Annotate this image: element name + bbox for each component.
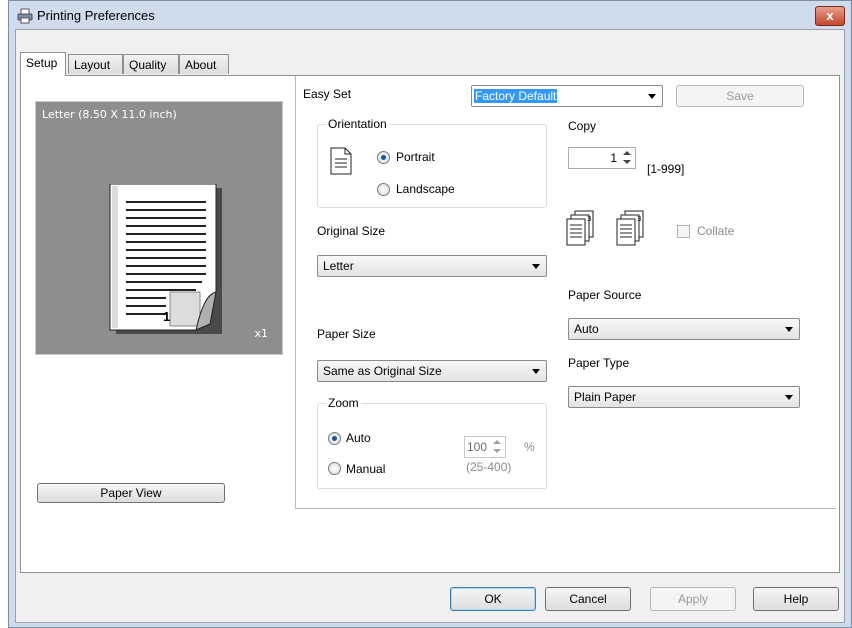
portrait-page-icon — [330, 147, 352, 175]
spin-up-icon — [493, 440, 501, 444]
orientation-group: Orientation Portrait Landscape — [317, 117, 547, 208]
copies-marker: x1 — [254, 327, 268, 340]
cancel-label: Cancel — [569, 592, 607, 606]
help-label: Help — [783, 592, 809, 606]
portrait-radio[interactable] — [377, 151, 390, 164]
spin-down-icon — [623, 160, 631, 164]
chevron-down-icon — [532, 369, 540, 374]
svg-text:3: 3 — [587, 215, 591, 223]
tab-label: Quality — [129, 58, 167, 72]
apply-button[interactable]: Apply — [650, 587, 736, 611]
zoom-title: Zoom — [326, 396, 361, 410]
zoom-unit: % — [524, 440, 535, 454]
svg-text:3: 3 — [637, 215, 641, 223]
chevron-down-icon — [785, 327, 793, 332]
zoom-stepper[interactable]: 100 — [464, 436, 506, 458]
tab-setup[interactable]: Setup — [20, 52, 66, 76]
save-label: Save — [726, 89, 754, 103]
original-size-label: Original Size — [317, 224, 386, 238]
zoom-manual-radio[interactable] — [328, 462, 341, 475]
orientation-title: Orientation — [326, 117, 389, 131]
paper-type-label: Paper Type — [568, 356, 630, 370]
paper-size-caption: Letter (8.50 X 11.0 inch) — [42, 108, 177, 121]
paper-type-combo[interactable]: Plain Paper — [568, 386, 800, 408]
paper-source-value: Auto — [574, 322, 599, 336]
collate-label: Collate — [697, 224, 735, 238]
apply-label: Apply — [677, 592, 709, 606]
easy-set-value-wrap: Factory Default — [474, 89, 558, 103]
paper-size-combo[interactable]: Same as Original Size — [317, 360, 547, 382]
paper-preview: Letter (8.50 X 11.0 inch) 1 x1 — [35, 101, 283, 355]
easy-set-combo[interactable]: Factory Default — [471, 85, 663, 107]
cancel-button[interactable]: Cancel — [545, 587, 631, 611]
stepper-arrows[interactable] — [489, 438, 504, 456]
landscape-radio[interactable] — [377, 183, 390, 196]
paper-source-label: Paper Source — [568, 288, 642, 302]
zoom-manual-label: Manual — [346, 462, 386, 476]
close-button[interactable]: x — [815, 6, 845, 26]
tab-label: About — [185, 58, 217, 72]
paper-source-combo[interactable]: Auto — [568, 318, 800, 340]
copy-range: [1-999] — [647, 162, 685, 176]
ok-label: OK — [484, 592, 502, 606]
tab-label: Layout — [74, 58, 111, 72]
tab-layout[interactable]: Layout — [68, 54, 123, 74]
easy-set-label: Easy Set — [303, 87, 352, 101]
zoom-auto-label: Auto — [346, 431, 371, 445]
collate-checkbox[interactable] — [677, 225, 690, 238]
setup-tab-panel: Letter (8.50 X 11.0 inch) 1 x1 Paper Vie… — [20, 75, 840, 573]
tab-about[interactable]: About — [179, 54, 229, 74]
original-size-combo[interactable]: Letter — [317, 255, 547, 277]
chevron-down-icon — [648, 94, 656, 99]
paper-view-label: Paper View — [100, 486, 162, 500]
chevron-down-icon — [532, 264, 540, 269]
paper-type-value: Plain Paper — [574, 390, 637, 404]
copy-stepper[interactable]: 1 — [568, 147, 636, 169]
ok-button[interactable]: OK — [450, 587, 536, 611]
paper-view-button[interactable]: Paper View — [37, 483, 225, 503]
page-number-label: 1 — [163, 309, 171, 324]
stepper-arrows[interactable] — [619, 149, 634, 167]
help-button[interactable]: Help — [753, 587, 839, 611]
paper-size-label: Paper Size — [317, 327, 376, 341]
copy-value: 1 — [610, 151, 617, 165]
tab-label: Setup — [26, 56, 58, 70]
zoom-value: 100 — [466, 440, 487, 454]
spin-up-icon — [623, 151, 631, 155]
zoom-range: (25-400) — [466, 460, 512, 474]
zoom-group: Zoom Auto Manual 100 % (25-400) — [317, 396, 547, 489]
easy-set-value: Factory Default — [474, 89, 558, 103]
paper-size-value: Same as Original Size — [323, 364, 442, 378]
copy-label: Copy — [568, 119, 597, 133]
tab-quality[interactable]: Quality — [123, 54, 179, 74]
spin-down-icon — [493, 449, 501, 453]
printer-icon — [17, 8, 33, 24]
collate-sets-icon: 33 — [566, 210, 644, 246]
printing-preferences-window: Printing Preferences x Setup Layout Qual… — [8, 0, 852, 628]
original-size-value: Letter — [323, 259, 354, 273]
zoom-auto-radio[interactable] — [328, 432, 341, 445]
dialog-client-area: Setup Layout Quality About Letter (8.50 … — [15, 29, 845, 623]
chevron-down-icon — [785, 395, 793, 400]
close-icon: x — [826, 8, 834, 23]
title-bar[interactable]: Printing Preferences x — [9, 1, 851, 31]
portrait-label: Portrait — [396, 150, 435, 164]
window-title: Printing Preferences — [37, 8, 155, 23]
page-preview-icon — [109, 184, 222, 334]
save-button[interactable]: Save — [676, 85, 804, 107]
landscape-label: Landscape — [396, 182, 455, 196]
